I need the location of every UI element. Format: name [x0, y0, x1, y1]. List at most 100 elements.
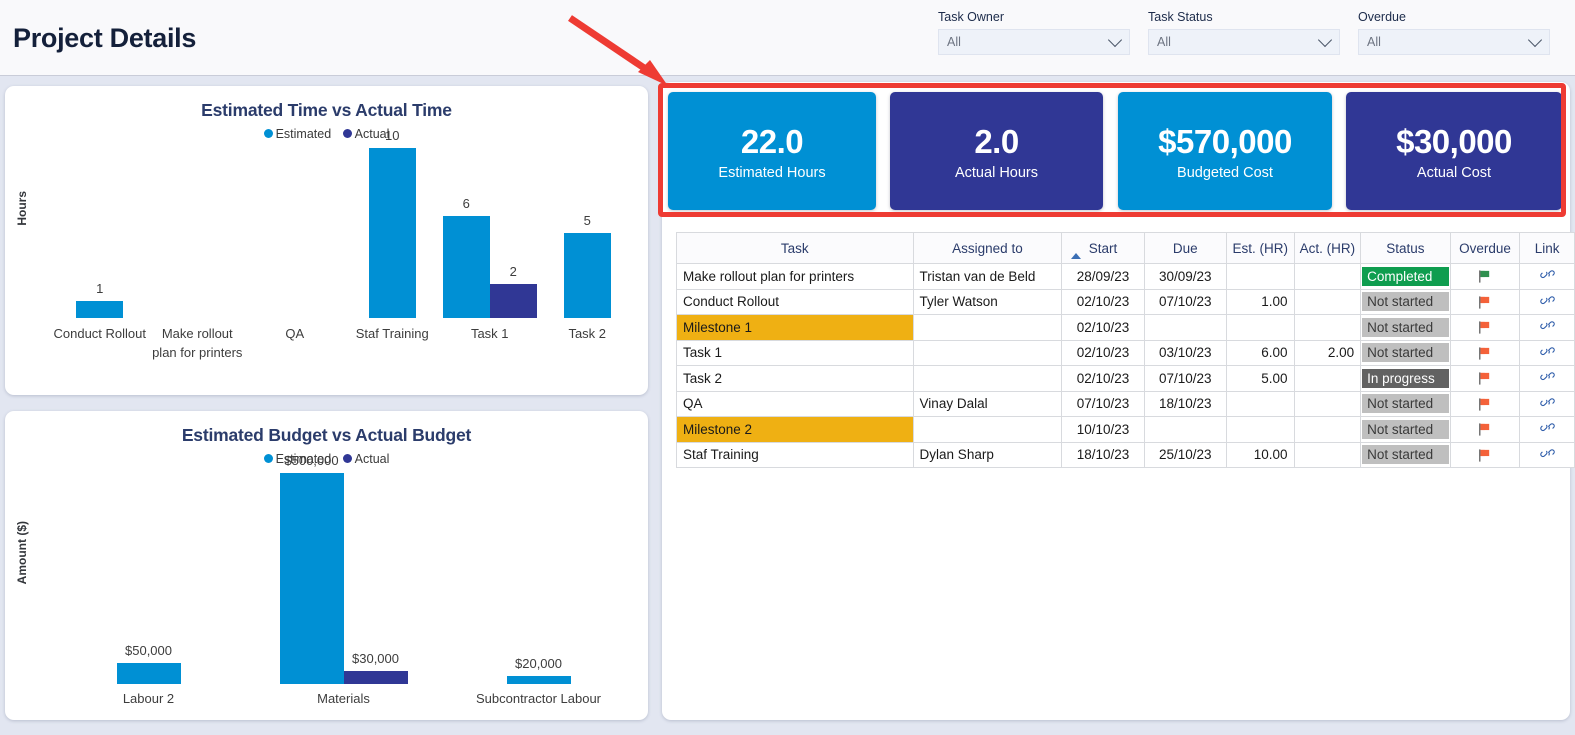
- cell-assigned-to: [912, 416, 1063, 443]
- cell-est-hr: 10.00: [1225, 441, 1295, 468]
- link-icon[interactable]: [1539, 396, 1555, 409]
- chart-panel-budget: Estimated Budget vs Actual Budget Estima…: [5, 411, 648, 720]
- cell-link[interactable]: [1519, 314, 1575, 341]
- column-header-label: Start: [1088, 240, 1118, 256]
- bar-group[interactable]: $500,000 $30,000: [246, 453, 441, 684]
- cell-act-hr: [1293, 365, 1362, 392]
- link-icon[interactable]: [1539, 370, 1555, 383]
- table-column-header-assigned-to[interactable]: Assigned to: [912, 232, 1063, 264]
- cell-assigned-to: [912, 339, 1063, 366]
- bar-actual[interactable]: 2: [489, 264, 537, 318]
- table-column-header-overdue[interactable]: Overdue: [1449, 232, 1521, 264]
- plot-area-budget: $50,000 $500,000 $30,000 $20,000: [51, 453, 636, 684]
- cell-link[interactable]: [1519, 288, 1575, 315]
- kpi-card-actual-hours[interactable]: 2.0 Actual Hours: [890, 92, 1103, 210]
- legend-item-estimated: Estimated: [263, 127, 332, 141]
- cell-due: 18/10/23: [1143, 390, 1227, 417]
- cell-overdue: [1449, 441, 1521, 468]
- table-column-header-link[interactable]: Link: [1519, 232, 1575, 264]
- status-badge: Not started: [1362, 292, 1449, 312]
- table-row[interactable]: Task 1 02/10/23 03/10/23 6.00 2.00 Not starte…: [676, 339, 1575, 366]
- bar-value-label: 5: [583, 213, 591, 228]
- link-icon[interactable]: [1539, 319, 1555, 332]
- cell-due: 07/10/23: [1143, 365, 1227, 392]
- cell-link[interactable]: [1519, 339, 1575, 366]
- table-row[interactable]: QA Vinay Dalal 07/10/23 18/10/23 Not started: [676, 390, 1575, 417]
- table-column-header-act-hr[interactable]: Act. (HR): [1293, 232, 1362, 264]
- bar-estimated[interactable]: 10: [368, 128, 416, 318]
- bar-actual[interactable]: $30,000: [343, 651, 408, 684]
- bar-group[interactable]: 5: [539, 148, 637, 318]
- table-column-header-est-hr[interactable]: Est. (HR): [1225, 232, 1295, 264]
- cell-act-hr: [1293, 314, 1362, 341]
- chart-legend-time: Estimated Actual: [5, 127, 648, 141]
- cell-status: Not started: [1360, 441, 1451, 468]
- cell-assigned-to: Vinay Dalal: [912, 390, 1063, 417]
- cell-link[interactable]: [1519, 390, 1575, 417]
- link-icon[interactable]: [1539, 421, 1555, 434]
- filter-task-owner: Task Owner All: [938, 10, 1130, 55]
- table-header-row: Task Assigned to Start Due Est. (HR) Act. (HR…: [676, 232, 1575, 264]
- bar-group[interactable]: 1: [51, 148, 149, 318]
- table-row[interactable]: Make rollout plan for printers Tristan va…: [676, 263, 1575, 290]
- cell-link[interactable]: [1519, 416, 1575, 443]
- chevron-down-icon[interactable]: [1527, 32, 1543, 48]
- cell-overdue: [1449, 288, 1521, 315]
- red-flag-icon: [1479, 321, 1490, 334]
- bar-group[interactable]: 10: [344, 128, 442, 318]
- task-table[interactable]: Task Assigned to Start Due Est. (HR) Act. (HR…: [676, 232, 1575, 468]
- kpi-label: Estimated Hours: [718, 164, 826, 181]
- bar-estimated[interactable]: 6: [442, 196, 490, 318]
- bar-estimated[interactable]: 1: [76, 281, 124, 318]
- filter-dropdown[interactable]: All: [1358, 29, 1550, 55]
- bar-group[interactable]: [246, 148, 344, 318]
- legend-label-estimated: Estimated: [275, 127, 332, 141]
- link-icon[interactable]: [1539, 268, 1555, 281]
- kpi-card-budgeted-cost[interactable]: $570,000 Budgeted Cost: [1118, 92, 1332, 210]
- bar-group[interactable]: [149, 148, 247, 318]
- x-axis-tick-label: Staf Training: [355, 326, 429, 341]
- kpi-label: Actual Cost: [1416, 164, 1492, 181]
- chevron-down-icon[interactable]: [1107, 32, 1123, 48]
- kpi-card-actual-cost[interactable]: $30,000 Actual Cost: [1346, 92, 1562, 210]
- table-column-header-task[interactable]: Task: [676, 232, 914, 264]
- cell-act-hr: [1293, 390, 1362, 417]
- filter-dropdown[interactable]: All: [938, 29, 1130, 55]
- link-icon[interactable]: [1539, 447, 1555, 460]
- bar-estimated[interactable]: $50,000: [116, 643, 181, 684]
- table-row[interactable]: Milestone 2 10/10/23 Not started: [676, 416, 1575, 443]
- bar-value-label: $50,000: [125, 642, 172, 658]
- table-row[interactable]: Conduct Rollout Tyler Watson 02/10/23 07/10…: [676, 288, 1575, 315]
- cell-link[interactable]: [1519, 441, 1575, 468]
- table-row[interactable]: Staf Training Dylan Sharp 18/10/23 25/10/23…: [676, 441, 1575, 468]
- filter-dropdown[interactable]: All: [1148, 29, 1340, 55]
- table-column-header-due[interactable]: Due: [1143, 232, 1227, 264]
- kpi-label: Actual Hours: [954, 164, 1038, 181]
- bar-estimated[interactable]: $500,000: [279, 453, 344, 684]
- column-header-label: Due: [1172, 240, 1198, 256]
- red-flag-icon: [1479, 372, 1490, 385]
- table-row[interactable]: Task 2 02/10/23 07/10/23 5.00 In progress: [676, 365, 1575, 392]
- cell-start: 02/10/23: [1061, 339, 1145, 366]
- legend-dot-estimated: [263, 129, 273, 139]
- bar-group[interactable]: $50,000: [51, 473, 246, 684]
- cell-link[interactable]: [1519, 263, 1575, 290]
- kpi-card-estimated-hours[interactable]: 22.0 Estimated Hours: [668, 92, 876, 210]
- cell-overdue: [1449, 365, 1521, 392]
- bar-estimated[interactable]: 5: [563, 213, 611, 318]
- table-column-header-status[interactable]: Status: [1360, 232, 1451, 264]
- chevron-down-icon[interactable]: [1317, 32, 1333, 48]
- table-column-header-start[interactable]: Start: [1061, 232, 1145, 264]
- cell-act-hr: [1293, 288, 1362, 315]
- bar-estimated[interactable]: $20,000: [506, 656, 571, 684]
- link-icon[interactable]: [1539, 345, 1555, 358]
- kpi-label: Budgeted Cost: [1177, 164, 1273, 181]
- column-header-label: Task: [780, 240, 809, 256]
- cell-link[interactable]: [1519, 365, 1575, 392]
- bar-group[interactable]: 62: [441, 148, 539, 318]
- cell-overdue: [1449, 314, 1521, 341]
- bar-group[interactable]: $20,000: [441, 473, 636, 684]
- link-icon[interactable]: [1539, 294, 1555, 307]
- x-axis-tick-label: Task 1: [470, 326, 509, 341]
- table-row[interactable]: Milestone 1 02/10/23 Not started: [676, 314, 1575, 341]
